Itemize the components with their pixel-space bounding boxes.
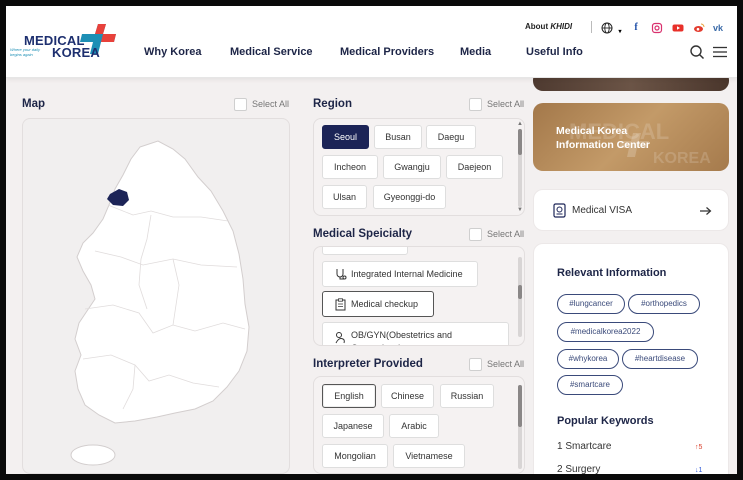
vk-icon[interactable]: vk <box>712 22 724 34</box>
information-center-label: Medical Korea Information Center <box>556 125 650 151</box>
medical-korea-logo[interactable]: MEDICAL KOREA Where your daily begins ag… <box>10 20 120 60</box>
nav-media[interactable]: Media <box>460 46 491 58</box>
weibo-icon[interactable] <box>693 22 705 34</box>
keyword-item-2[interactable]: 2 Surgery <box>557 464 600 474</box>
region-chip-gyeonggi-do[interactable]: Gyeonggi-do <box>373 185 446 209</box>
interpreter-title: Interpreter Provided <box>313 358 423 370</box>
region-chip-incheon[interactable]: Incheon <box>322 155 378 179</box>
clipboard-icon <box>335 298 346 311</box>
region-title: Region <box>313 98 352 110</box>
specialty-scrollbar[interactable] <box>518 257 522 337</box>
main-content: Map Select All Region Select All Seoul B… <box>6 70 737 474</box>
region-select-all-label: Select All <box>487 99 525 109</box>
information-center-card[interactable]: MEDICAL KOREA Medical Korea Information … <box>533 103 729 171</box>
browser-frame: MEDICAL KOREA Where your daily begins ag… <box>6 6 737 474</box>
map-select-all-checkbox[interactable] <box>234 98 247 111</box>
medical-visa-card[interactable]: Medical VISA <box>533 189 729 231</box>
tag-heartdisease[interactable]: #heartdisease <box>622 349 698 369</box>
jeju-island[interactable] <box>70 444 116 466</box>
tag-lungcancer[interactable]: #lungcancer <box>557 294 625 314</box>
tag-medicalkorea2022[interactable]: #medicalkorea2022 <box>557 322 654 342</box>
search-icon[interactable] <box>689 44 705 60</box>
tag-smartcare[interactable]: #smartcare <box>557 375 623 395</box>
region-scroll-up-icon[interactable]: ▲ <box>517 121 523 127</box>
arrow-right-icon <box>700 207 712 215</box>
specialty-label: OB/GYN(Obestetrics and Gynecology) <box>351 330 453 345</box>
interpreter-panel: English Chinese Russian Japanese Arabic … <box>313 376 525 474</box>
nav-medical-service[interactable]: Medical Service <box>230 46 313 58</box>
interpreter-chip-chinese[interactable]: Chinese <box>381 384 434 408</box>
interpreter-select-all-checkbox[interactable] <box>469 358 482 371</box>
interpreter-chip-arabic[interactable]: Arabic <box>389 414 439 438</box>
korea-mainland[interactable] <box>74 140 250 424</box>
region-chip-busan[interactable]: Busan <box>374 125 422 149</box>
specialty-item-integrated-internal-medicine[interactable]: Integrated Internal Medicine <box>322 261 478 287</box>
relevant-info-card: Relevant Information #lungcancer #orthop… <box>533 243 729 474</box>
specialty-item-partial[interactable] <box>322 247 408 255</box>
map-title: Map <box>22 98 45 110</box>
specialty-select-all-label: Select All <box>487 229 525 239</box>
nav-useful-info[interactable]: Useful Info <box>526 46 583 58</box>
specialty-label: Medical checkup <box>351 299 419 309</box>
specialty-panel: Integrated Internal Medicine Medical che… <box>313 246 525 346</box>
facebook-icon[interactable]: f <box>630 22 642 34</box>
interpreter-scrollbar[interactable] <box>518 385 522 469</box>
obgyn-icon <box>335 332 345 344</box>
map-select-all-label: Select All <box>252 99 290 109</box>
hamburger-menu-icon[interactable] <box>712 44 728 60</box>
svg-text:KOREA: KOREA <box>653 150 711 167</box>
specialty-item-medical-checkup[interactable]: Medical checkup <box>322 291 434 317</box>
nav-why-korea[interactable]: Why Korea <box>144 46 201 58</box>
region-chip-ulsan[interactable]: Ulsan <box>322 185 367 209</box>
language-caret-icon[interactable]: ▾ <box>614 26 626 38</box>
about-khidi-link[interactable]: About KHIDI <box>525 22 572 31</box>
interpreter-chip-japanese[interactable]: Japanese <box>322 414 384 438</box>
site-header: MEDICAL KOREA Where your daily begins ag… <box>6 6 737 78</box>
interpreter-chip-mongolian[interactable]: Mongolian <box>322 444 388 468</box>
divider <box>591 21 592 33</box>
region-chip-daejeon[interactable]: Daejeon <box>446 155 503 179</box>
region-scroll-thumb[interactable] <box>518 129 522 155</box>
about-label: About <box>525 22 549 31</box>
specialty-scroll-thumb[interactable] <box>518 285 522 299</box>
region-select-all-checkbox[interactable] <box>469 98 482 111</box>
interpreter-chip-english[interactable]: English <box>322 384 376 408</box>
nav-medical-providers[interactable]: Medical Providers <box>340 46 434 58</box>
interpreter-select-all-label: Select All <box>487 359 525 369</box>
globe-icon[interactable] <box>601 22 613 34</box>
specialty-title: Medical Speicialty <box>313 228 413 240</box>
korea-map-panel <box>22 118 290 474</box>
region-chip-daegu[interactable]: Daegu <box>426 125 476 149</box>
stethoscope-icon <box>336 269 347 280</box>
relevant-info-title: Relevant Information <box>557 267 667 279</box>
tag-whykorea[interactable]: #whykorea <box>557 349 619 369</box>
passport-icon <box>553 203 566 218</box>
keyword-change-up: ↑5 <box>695 444 703 451</box>
interpreter-chip-vietnamese[interactable]: Vietnamese <box>393 444 465 468</box>
keyword-change-down: ↓1 <box>695 467 703 474</box>
instagram-icon[interactable] <box>651 22 663 34</box>
korea-map[interactable] <box>23 119 290 474</box>
tag-orthopedics[interactable]: #orthopedics <box>628 294 700 314</box>
specialty-label: Integrated Internal Medicine <box>351 269 463 279</box>
logo-tagline: Where your daily begins again <box>10 47 41 57</box>
youtube-icon[interactable] <box>672 22 684 34</box>
logo-text-korea: KOREA <box>52 45 100 60</box>
popular-keywords-title: Popular Keywords <box>557 415 654 427</box>
region-scroll-down-icon[interactable]: ▼ <box>517 207 523 213</box>
region-chip-gwangju[interactable]: Gwangju <box>383 155 441 179</box>
region-panel: Seoul Busan Daegu Incheon Gwangju Daejeo… <box>313 118 525 216</box>
interpreter-chip-russian[interactable]: Russian <box>440 384 494 408</box>
medical-visa-label: Medical VISA <box>572 205 633 216</box>
specialty-item-obgyn[interactable]: OB/GYN(Obestetrics and Gynecology) <box>322 322 509 345</box>
interpreter-scroll-thumb[interactable] <box>518 385 522 427</box>
khidi-brand: KHIDI <box>550 22 573 31</box>
region-chip-seoul[interactable]: Seoul <box>322 125 369 149</box>
specialty-select-all-checkbox[interactable] <box>469 228 482 241</box>
keyword-item-1[interactable]: 1 Smartcare <box>557 441 611 452</box>
region-scrollbar[interactable] <box>518 129 522 207</box>
